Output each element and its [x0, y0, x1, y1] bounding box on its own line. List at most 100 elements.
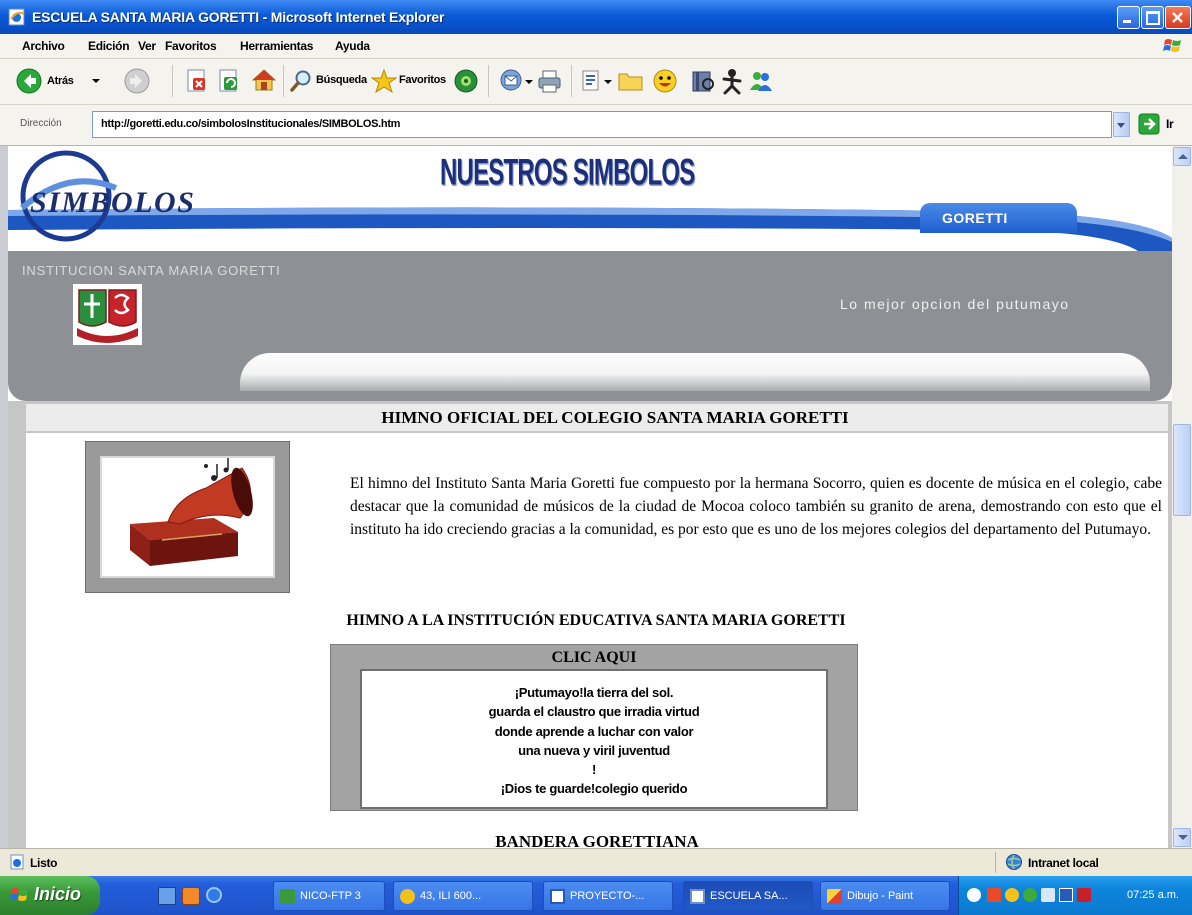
lyric-line: donde aprende a luchar con valor: [494, 723, 694, 739]
refresh-icon[interactable]: [218, 69, 240, 98]
lyric-line: ¡Dios te guarde!colegio querido: [500, 781, 688, 797]
menu-herramientas[interactable]: Herramientas: [240, 39, 313, 53]
back-dropdown-icon[interactable]: [92, 79, 100, 83]
edit-icon[interactable]: [580, 69, 602, 98]
edit-dropdown-icon[interactable]: [604, 80, 612, 84]
task-button-active[interactable]: ESCUELA SA...: [683, 881, 813, 911]
tray-sound-icon[interactable]: [1041, 888, 1055, 902]
gramophone-image: [100, 456, 275, 578]
task-label: 43, ILI 600...: [420, 890, 482, 902]
school-crest-logo: [73, 284, 142, 345]
window-frame-left: [0, 146, 8, 848]
tray-antivirus-icon[interactable]: [1005, 888, 1019, 902]
lyrics-panel: ¡Putumayo!la tierra del sol. guarda el c…: [360, 669, 828, 809]
favorites-button[interactable]: Favoritos: [370, 67, 447, 95]
task-label: Dibujo - Paint: [847, 890, 914, 902]
address-dropdown-button[interactable]: [1113, 112, 1130, 137]
vertical-scrollbar[interactable]: [1172, 146, 1192, 848]
task-label: NICO-FTP 3: [300, 890, 361, 902]
go-arrow-icon: [1138, 113, 1160, 140]
close-button[interactable]: [1165, 6, 1191, 29]
favorites-label: Favoritos: [399, 74, 446, 86]
menu-favoritos[interactable]: Favoritos: [165, 39, 217, 53]
flag-heading: BANDERA GORETTIANA: [495, 832, 699, 848]
toolbar-separator: [172, 65, 173, 97]
tray-clock[interactable]: 07:25 a.m.: [1127, 889, 1179, 901]
go-label: Ir: [1166, 117, 1174, 131]
mail-icon[interactable]: [499, 68, 525, 99]
tray-arrow-icon[interactable]: [967, 888, 981, 902]
address-label: Dirección: [20, 118, 62, 129]
tray-app-icon[interactable]: [1077, 888, 1091, 902]
tray-display-icon[interactable]: [1059, 888, 1073, 902]
forward-arrow-icon[interactable]: [124, 68, 150, 99]
back-button[interactable]: Atrás: [14, 66, 106, 96]
task-button[interactable]: PROYECTO-...: [543, 881, 673, 911]
task-button[interactable]: Dibujo - Paint: [820, 881, 950, 911]
media-icon[interactable]: [453, 68, 479, 99]
folder-icon[interactable]: [618, 70, 644, 97]
contacts-icon[interactable]: [748, 68, 774, 99]
scroll-up-button[interactable]: [1173, 147, 1191, 166]
chevron-down-icon: [1117, 123, 1125, 128]
go-button[interactable]: Ir: [1138, 112, 1188, 138]
slogan: Lo mejor opcion del putumayo: [840, 296, 1070, 312]
start-label: Inicio: [34, 884, 82, 904]
windows-flag-icon: [1163, 37, 1183, 60]
lyric-line: ¡Putumayo!la tierra del sol.: [514, 685, 674, 700]
status-text: Listo: [30, 856, 58, 870]
ie-page-icon: [8, 8, 26, 26]
hymn-institution-heading: HIMNO A LA INSTITUCIÓN EDUCATIVA SANTA M…: [346, 612, 846, 629]
search-button[interactable]: Búsqueda: [289, 67, 367, 98]
maximize-button[interactable]: [1141, 6, 1164, 29]
menu-ver[interactable]: Ver: [138, 39, 156, 53]
start-button[interactable]: Inicio: [0, 876, 100, 915]
menu-archivo[interactable]: Archivo: [22, 39, 65, 53]
window-title: ESCUELA SANTA MARIA GORETTI - Microsoft …: [32, 9, 445, 25]
menu-ayuda[interactable]: Ayuda: [335, 39, 370, 53]
quicklaunch-desktop-icon[interactable]: [158, 887, 176, 905]
search-icon: [289, 69, 313, 98]
task-label: ESCUELA SA...: [710, 890, 788, 902]
goretti-tab[interactable]: GORETTI: [920, 203, 1077, 233]
address-input[interactable]: http://goretti.edu.co/simbolosInstitucio…: [92, 111, 1112, 138]
back-arrow-icon: [16, 68, 42, 99]
quicklaunch-ie-icon[interactable]: [206, 887, 222, 903]
intranet-globe-icon: [1005, 853, 1023, 876]
messenger-smiley-icon[interactable]: [652, 68, 678, 99]
toolbar: Atrás Búsqueda Favoritos: [0, 59, 1192, 105]
print-icon[interactable]: [537, 68, 563, 99]
mail-dropdown-icon[interactable]: [525, 80, 533, 84]
tray-messenger-icon[interactable]: [1023, 888, 1037, 902]
scroll-thumb[interactable]: [1173, 424, 1191, 516]
task-button[interactable]: NICO-FTP 3: [273, 881, 385, 911]
clic-aqui-link[interactable]: CLIC AQUI: [331, 649, 857, 667]
home-icon[interactable]: [251, 68, 277, 97]
gramophone-image-frame: [85, 441, 290, 593]
chevron-down-icon: [1178, 835, 1188, 840]
hymn-description: El himno del Instituto Santa Maria Goret…: [350, 475, 1162, 538]
search-label: Búsqueda: [316, 74, 367, 86]
lyrics-box: CLIC AQUI ¡Putumayo!la tierra del sol. g…: [330, 644, 858, 811]
taskbar: Inicio NICO-FTP 3 43, ILI 600... PROYECT…: [0, 876, 1192, 915]
address-url: http://goretti.edu.co/simbolosInstitucio…: [101, 118, 401, 130]
chevron-up-icon: [1178, 154, 1188, 159]
windows-flag-icon: [10, 886, 30, 909]
status-separator: [995, 852, 996, 873]
title-bar: ESCUELA SANTA MARIA GORETTI - Microsoft …: [0, 0, 1192, 34]
paint-icon: [827, 889, 842, 904]
stop-icon[interactable]: [186, 69, 208, 98]
hymn-official-heading: HIMNO OFICIAL DEL COLEGIO SANTA MARIA GO…: [381, 408, 849, 427]
quicklaunch-media-icon[interactable]: [182, 887, 200, 905]
task-button[interactable]: 43, ILI 600...: [393, 881, 533, 911]
scroll-down-button[interactable]: [1173, 828, 1191, 847]
minimize-button[interactable]: [1117, 6, 1140, 29]
ftp-app-icon: [280, 889, 295, 904]
messenger-figure-icon[interactable]: [719, 67, 745, 100]
task-label: PROYECTO-...: [570, 890, 645, 902]
maximize-icon: [1146, 11, 1160, 25]
tray-network-icon[interactable]: [987, 888, 1001, 902]
menu-edicion[interactable]: Edición: [88, 39, 130, 53]
page-title: NUESTROS SIMBOLOS: [440, 152, 695, 194]
research-book-icon[interactable]: [690, 68, 716, 99]
